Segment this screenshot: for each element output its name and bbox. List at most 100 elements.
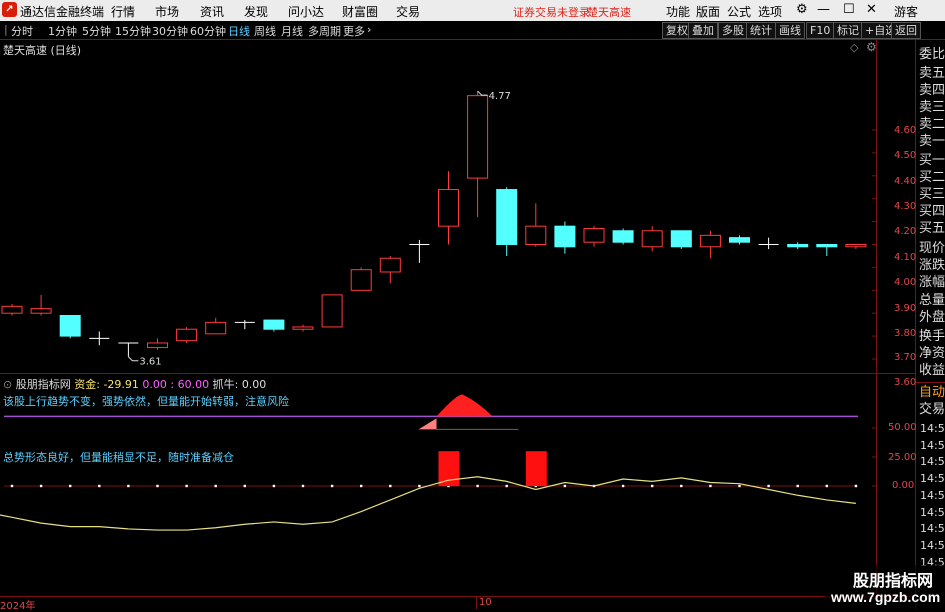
menu-quotes[interactable]: 行情: [111, 3, 135, 20]
zero-dot: [505, 484, 508, 488]
btn-draw-line[interactable]: 画线: [775, 22, 805, 39]
period-weekly[interactable]: 周线: [254, 23, 276, 39]
zero-dot: [825, 484, 828, 488]
candlestick-chart[interactable]: 4.77 3.61: [0, 56, 876, 374]
side-label: 现价: [919, 241, 945, 256]
side-label: 买四: [919, 204, 945, 219]
period-fenshi[interactable]: 分时: [11, 23, 33, 39]
zero-dot: [39, 484, 43, 488]
side-label: 委比: [919, 47, 945, 62]
y-tick: 4.10: [894, 252, 917, 263]
period-multi[interactable]: 多周期: [308, 23, 341, 39]
period-more[interactable]: 更多: [343, 23, 365, 39]
time-value: 14:56: [920, 506, 945, 519]
zero-dot: [272, 484, 276, 488]
menu-options[interactable]: 选项: [758, 3, 782, 20]
signal-bar: [525, 451, 547, 486]
zero-dot: [185, 484, 188, 488]
diamond-icon[interactable]: ◇: [850, 41, 858, 54]
candle-body: [205, 321, 227, 335]
trade-label[interactable]: 交易: [919, 402, 945, 418]
side-label: 卖四: [919, 83, 945, 98]
candle-body: [30, 308, 52, 314]
zero-dot: [738, 484, 741, 488]
ind-y-tick: 25.00: [888, 452, 917, 463]
zero-dot: [243, 484, 246, 488]
high-marker: [477, 90, 488, 96]
app-name: 通达信金融终端: [20, 5, 105, 19]
side-label: 买一: [919, 153, 945, 168]
candle-body: [350, 269, 372, 291]
indicator-chart[interactable]: [0, 373, 876, 596]
candle-body: [699, 234, 721, 248]
menu-trade[interactable]: 交易: [396, 3, 420, 20]
auto-label[interactable]: 自动: [919, 385, 945, 401]
menu-formula[interactable]: 公式: [727, 3, 751, 20]
candle-body: [263, 319, 285, 330]
menu-layout[interactable]: 版面: [696, 3, 720, 20]
btn-stats[interactable]: 统计: [746, 22, 776, 39]
ind-y-tick: 0.00: [892, 480, 915, 491]
guest-label[interactable]: 游客: [894, 3, 918, 20]
zero-dot: [680, 484, 683, 488]
btn-mark[interactable]: 标记: [833, 22, 863, 39]
zero-dot: [767, 484, 770, 488]
zero-dot: [69, 484, 72, 488]
zero-dot: [563, 484, 567, 488]
candle-body: [525, 225, 547, 245]
btn-f10[interactable]: F10: [806, 22, 835, 39]
y-tick: 4.20: [894, 226, 917, 237]
time-value: 14:56: [920, 489, 945, 502]
btn-multi-stock[interactable]: 多股: [718, 22, 748, 39]
menu-market[interactable]: 市场: [155, 3, 179, 20]
menu-discover[interactable]: 发现: [244, 3, 268, 20]
y-tick: 3.90: [894, 303, 917, 314]
date-left: 2024年: [0, 601, 36, 612]
candle-body: [583, 227, 605, 243]
minimize-icon[interactable]: —: [817, 2, 830, 17]
period-1min[interactable]: 1分钟: [48, 23, 77, 39]
signal-bar: [438, 451, 460, 486]
menu-wealth-circle[interactable]: 财富圈: [342, 3, 378, 20]
side-label: 外盘: [919, 310, 945, 325]
trade-login-notice[interactable]: 证券交易未登录: [513, 4, 590, 20]
y-tick: 4.50: [894, 150, 917, 161]
zero-dot: [98, 484, 101, 488]
stock-tag: 楚天高速: [587, 6, 631, 19]
y-tick: 4.40: [894, 176, 917, 187]
menu-ask[interactable]: 问小达: [288, 3, 324, 20]
period-15min[interactable]: 15分钟: [115, 23, 151, 39]
menu-news[interactable]: 资讯: [200, 3, 224, 20]
side-label: 涨幅: [919, 275, 945, 290]
menu-function[interactable]: 功能: [666, 3, 690, 20]
period-daily[interactable]: 日线: [228, 23, 250, 39]
date-mid: 10: [479, 597, 492, 608]
date-axis: [0, 597, 915, 609]
period-30min[interactable]: 30分钟: [152, 23, 188, 39]
chart-right-axis-line: [876, 40, 877, 597]
candle-body: [496, 189, 518, 245]
watermark-url: www.7gpzb.com: [831, 589, 941, 605]
close-icon[interactable]: ✕: [866, 2, 877, 17]
tools-icon[interactable]: ⚙: [796, 2, 808, 17]
y-tick: 4.60: [894, 125, 917, 136]
watermark: 股朋指标网 www.7gpzb.com: [825, 565, 945, 609]
zero-dot: [418, 484, 421, 488]
period-60min[interactable]: 60分钟: [190, 23, 226, 39]
side-label: 换手: [919, 329, 945, 344]
side-panel: 委比 卖五 卖四 卖三 卖二 卖一 买一 买二 买三 买四 买五 现价 涨跌 涨…: [916, 40, 945, 609]
time-value: 14:56: [920, 522, 945, 535]
candle-body: [292, 326, 314, 330]
period-monthly[interactable]: 月线: [281, 23, 303, 39]
btn-back[interactable]: 返回: [891, 22, 921, 39]
period-5min[interactable]: 5分钟: [82, 23, 111, 39]
zero-dot: [796, 484, 799, 488]
high-label: 4.77: [489, 91, 511, 102]
side-label: 卖三: [919, 100, 945, 115]
side-label: 卖五: [919, 66, 945, 81]
maximize-icon[interactable]: ☐: [843, 2, 855, 17]
chevron-right-icon[interactable]: ›: [367, 23, 371, 36]
btn-overlay[interactable]: 叠加: [688, 22, 718, 39]
side-label: 涨跌: [919, 258, 945, 273]
zero-dot: [854, 484, 858, 488]
